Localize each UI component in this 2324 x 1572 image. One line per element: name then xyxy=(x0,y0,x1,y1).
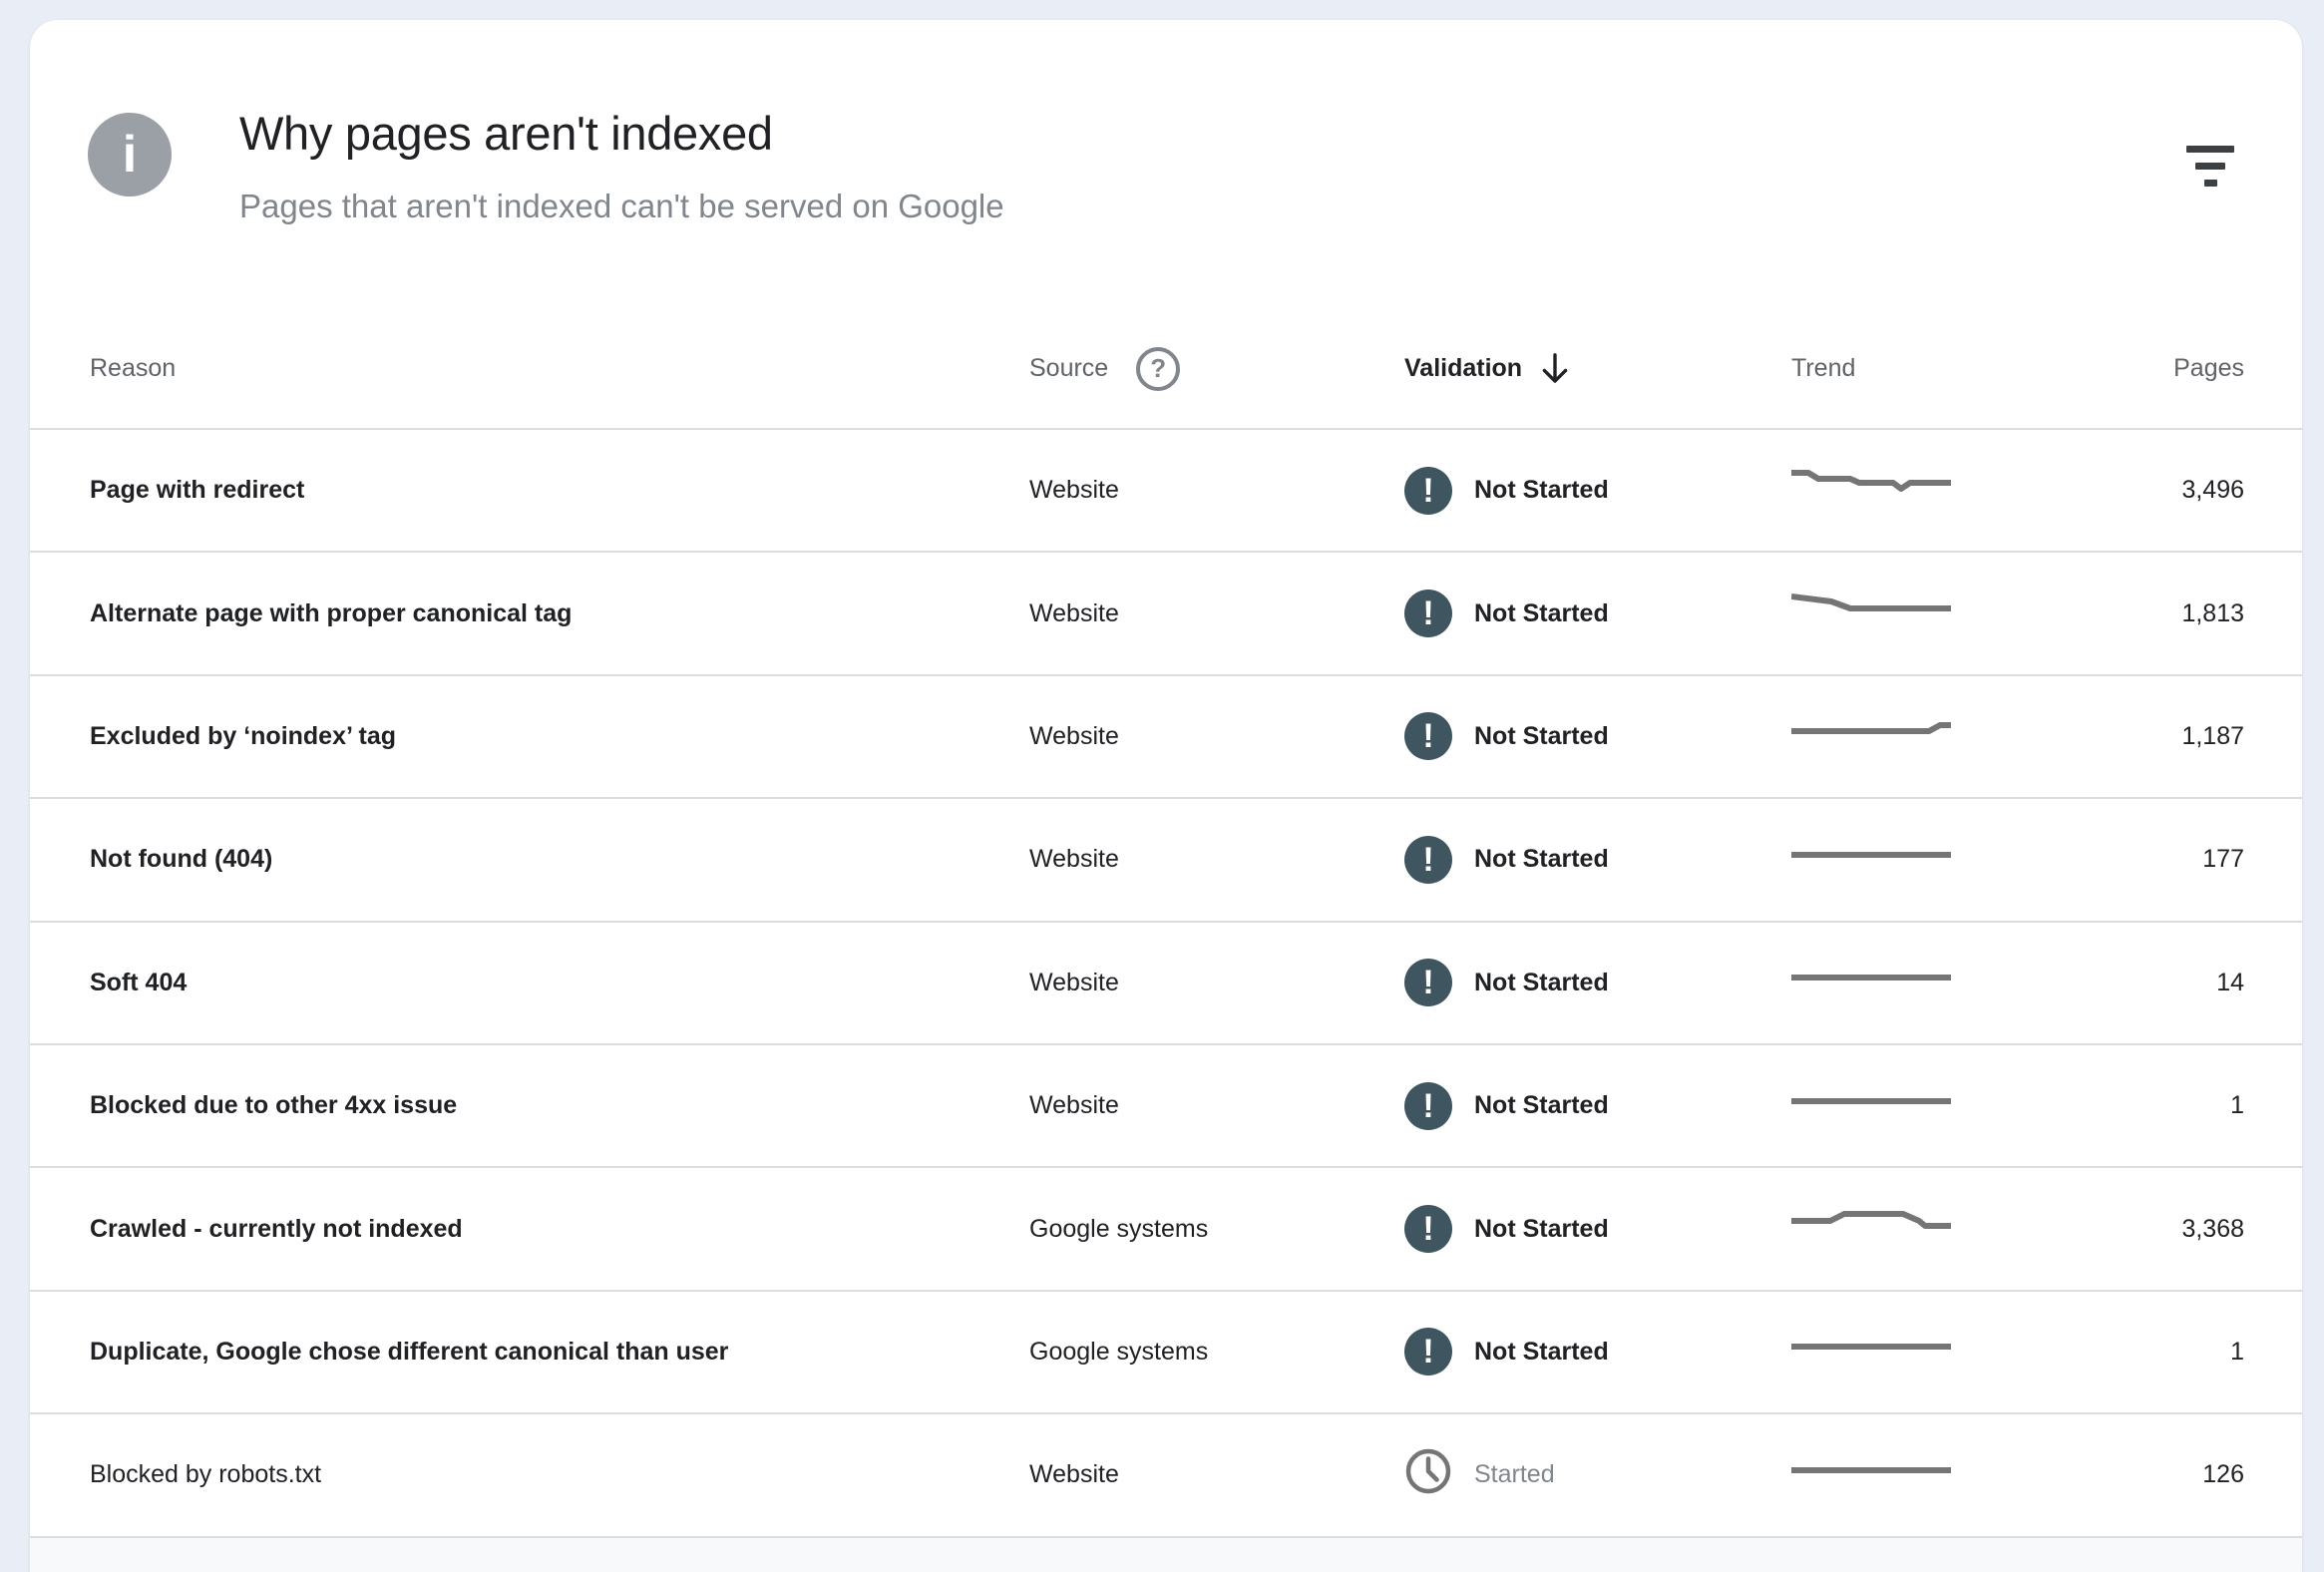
pages-count-cell: 1,187 xyxy=(2079,722,2244,751)
validation-cell: Started xyxy=(1404,1447,1791,1502)
source-cell: Website xyxy=(1029,1091,1404,1120)
reason-cell: Blocked by robots.txt xyxy=(90,1460,1029,1489)
exclamation-circle-icon xyxy=(1404,712,1452,760)
reason-cell: Excluded by ‘noindex’ tag xyxy=(90,722,1029,751)
reason-cell: Page with redirect xyxy=(90,476,1029,505)
pages-count-cell: 14 xyxy=(2079,969,2244,997)
validation-cell: Not Started xyxy=(1404,590,1791,637)
table-row[interactable]: Blocked by robots.txt Website Started 12… xyxy=(30,1414,2302,1537)
column-header-validation-label: Validation xyxy=(1404,354,1522,383)
column-header-reason-label: Reason xyxy=(90,354,176,383)
column-header-source[interactable]: Source xyxy=(1029,347,1404,391)
table-row[interactable]: Duplicate, Google chose different canoni… xyxy=(30,1292,2302,1414)
validation-cell: Not Started xyxy=(1404,1328,1791,1376)
source-cell: Website xyxy=(1029,722,1404,751)
table-row[interactable]: Excluded by ‘noindex’ tag Website Not St… xyxy=(30,676,2302,799)
exclamation-circle-icon xyxy=(1404,1328,1452,1376)
validation-cell: Not Started xyxy=(1404,712,1791,760)
table-row[interactable]: Page with redirect Website Not Started 3… xyxy=(30,430,2302,553)
source-cell: Website xyxy=(1029,845,1404,874)
table-footer xyxy=(30,1538,2302,1572)
validation-status-label: Not Started xyxy=(1474,722,1609,751)
reason-cell: Alternate page with proper canonical tag xyxy=(90,599,1029,628)
pages-count-cell: 126 xyxy=(2079,1460,2244,1489)
table-row[interactable]: Alternate page with proper canonical tag… xyxy=(30,553,2302,675)
validation-status-label: Started xyxy=(1474,1460,1555,1489)
validation-cell: Not Started xyxy=(1404,959,1791,1006)
column-header-trend-label: Trend xyxy=(1791,354,1855,383)
exclamation-circle-icon xyxy=(1404,836,1452,884)
pages-count-cell: 3,368 xyxy=(2079,1215,2244,1244)
source-cell: Website xyxy=(1029,599,1404,628)
source-cell: Website xyxy=(1029,969,1404,997)
column-header-source-label: Source xyxy=(1029,354,1108,383)
table-body: Page with redirect Website Not Started 3… xyxy=(30,430,2302,1538)
page-subtitle: Pages that aren't indexed can't be serve… xyxy=(239,188,1004,225)
validation-cell: Not Started xyxy=(1404,1205,1791,1253)
trend-sparkline xyxy=(1791,1089,2079,1123)
exclamation-circle-icon xyxy=(1404,1082,1452,1130)
pages-count-cell: 1,813 xyxy=(2079,599,2244,628)
page-title: Why pages aren't indexed xyxy=(239,106,773,161)
validation-status-label: Not Started xyxy=(1474,476,1609,505)
why-pages-arent-indexed-card: Why pages aren't indexed Pages that aren… xyxy=(30,20,2302,1572)
trend-sparkline xyxy=(1791,843,2079,877)
source-cell: Website xyxy=(1029,476,1404,505)
exclamation-circle-icon xyxy=(1404,467,1452,515)
trend-sparkline xyxy=(1791,1458,2079,1492)
clock-icon xyxy=(1404,1447,1452,1502)
trend-sparkline xyxy=(1791,719,2079,753)
source-cell: Google systems xyxy=(1029,1215,1404,1244)
reason-cell: Crawled - currently not indexed xyxy=(90,1215,1029,1244)
validation-status-label: Not Started xyxy=(1474,969,1609,997)
column-header-trend[interactable]: Trend xyxy=(1791,354,2079,383)
exclamation-circle-icon xyxy=(1404,1205,1452,1253)
arrow-down-icon xyxy=(1538,350,1572,388)
validation-status-label: Not Started xyxy=(1474,1091,1609,1120)
column-header-validation[interactable]: Validation xyxy=(1404,350,1791,388)
reason-cell: Blocked due to other 4xx issue xyxy=(90,1091,1029,1120)
table-row[interactable]: Soft 404 Website Not Started 14 xyxy=(30,923,2302,1045)
reason-cell: Not found (404) xyxy=(90,845,1029,874)
pages-count-cell: 3,496 xyxy=(2079,476,2244,505)
validation-status-label: Not Started xyxy=(1474,1338,1609,1367)
column-header-pages-label: Pages xyxy=(2173,354,2244,383)
reason-cell: Duplicate, Google chose different canoni… xyxy=(90,1338,1029,1367)
table-row[interactable]: Not found (404) Website Not Started 177 xyxy=(30,799,2302,922)
help-question-icon[interactable] xyxy=(1136,347,1180,391)
validation-status-label: Not Started xyxy=(1474,1215,1609,1244)
table-header-row: Reason Source Validation Trend Pages xyxy=(30,309,2302,430)
exclamation-circle-icon xyxy=(1404,959,1452,1006)
table-row[interactable]: Crawled - currently not indexed Google s… xyxy=(30,1168,2302,1291)
exclamation-circle-icon xyxy=(1404,590,1452,637)
pages-count-cell: 177 xyxy=(2079,845,2244,874)
trend-sparkline xyxy=(1791,474,2079,508)
column-header-reason[interactable]: Reason xyxy=(90,354,1029,383)
column-header-pages[interactable]: Pages xyxy=(2079,354,2244,383)
validation-cell: Not Started xyxy=(1404,467,1791,515)
validation-status-label: Not Started xyxy=(1474,845,1609,874)
reason-cell: Soft 404 xyxy=(90,969,1029,997)
pages-count-cell: 1 xyxy=(2079,1338,2244,1367)
validation-cell: Not Started xyxy=(1404,836,1791,884)
trend-sparkline xyxy=(1791,1212,2079,1246)
trend-sparkline xyxy=(1791,596,2079,630)
info-circle-icon xyxy=(88,113,172,196)
pages-count-cell: 1 xyxy=(2079,1091,2244,1120)
filter-funnel-icon[interactable] xyxy=(2172,128,2248,203)
trend-sparkline xyxy=(1791,966,2079,999)
validation-cell: Not Started xyxy=(1404,1082,1791,1130)
source-cell: Website xyxy=(1029,1460,1404,1489)
trend-sparkline xyxy=(1791,1335,2079,1369)
table-row[interactable]: Blocked due to other 4xx issue Website N… xyxy=(30,1045,2302,1168)
validation-status-label: Not Started xyxy=(1474,599,1609,628)
source-cell: Google systems xyxy=(1029,1338,1404,1367)
